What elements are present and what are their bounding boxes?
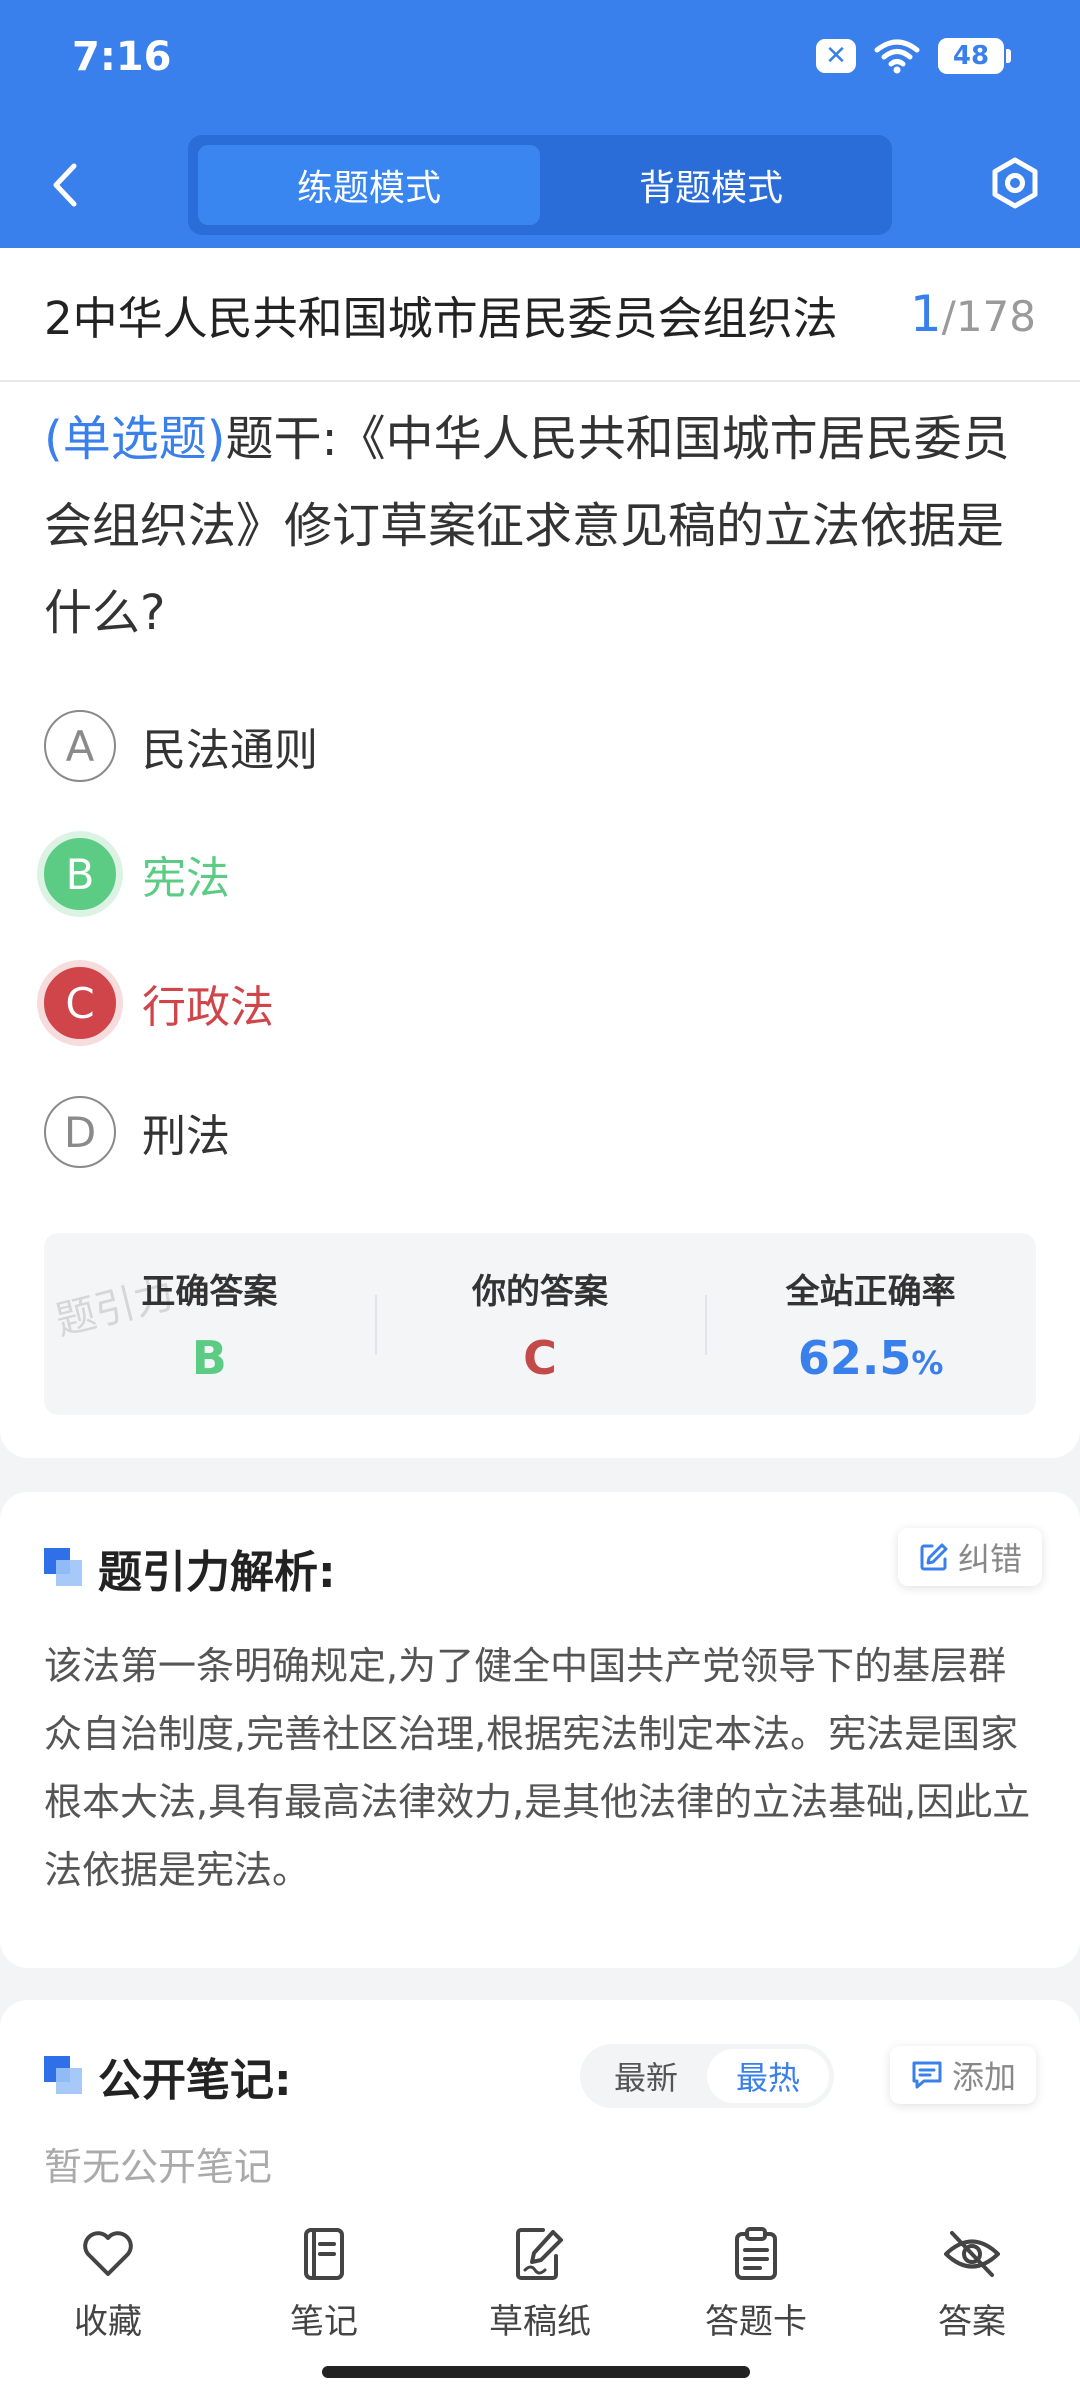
current-index: 1 — [909, 285, 942, 343]
empty-notes-text: 暂无公开笔记 — [44, 2145, 273, 2189]
stat-correct-rate: 全站正确率 62.5% — [705, 1233, 1036, 1415]
analysis-title: 题引力解析: — [98, 1547, 336, 1598]
option-letter: B — [44, 838, 116, 910]
wifi-icon — [874, 39, 920, 74]
report-error-button[interactable]: 纠错 — [898, 1528, 1043, 1586]
question-type: (单选题) — [44, 411, 226, 467]
status-time: 7:16 — [72, 34, 172, 80]
stat-label: 正确答案 — [141, 1271, 278, 1312]
stat-value: 62.5% — [798, 1331, 944, 1385]
add-note-label: 添加 — [952, 2058, 1017, 2096]
stat-your-answer: 你的答案 C — [374, 1233, 706, 1415]
rate-number: 62.5 — [797, 1330, 912, 1385]
stat-label: 全站正确率 — [785, 1271, 956, 1312]
favorite-button[interactable]: 收藏 — [0, 2210, 216, 2400]
stat-correct-answer: 正确答案 B — [44, 1233, 375, 1415]
battery-icon: 48 — [938, 38, 1011, 74]
add-note-button[interactable]: 添加 — [890, 2046, 1037, 2104]
option-text: 民法通则 — [142, 725, 318, 776]
answer-card-icon — [726, 2224, 786, 2284]
settings-button[interactable] — [984, 152, 1046, 214]
stat-value: B — [191, 1330, 227, 1385]
eye-off-icon — [942, 2224, 1002, 2284]
comment-icon — [912, 2061, 942, 2089]
draft-icon — [510, 2224, 570, 2284]
total-count: /178 — [941, 292, 1036, 341]
option-d[interactable]: D 刑法 — [44, 1082, 944, 1182]
rate-unit: % — [911, 1343, 944, 1382]
question-text: (单选题)题干:《中华人民共和国城市居民委员会组织法》修订草案征求意见稿的立法依… — [44, 396, 1044, 657]
option-b[interactable]: B 宪法 — [44, 824, 944, 924]
option-letter: C — [44, 967, 116, 1039]
option-text: 行政法 — [142, 982, 274, 1033]
question-card: 2中华人民共和国城市居民委员会组织法 1/178 (单选题)题干:《中华人民共和… — [0, 248, 1080, 1458]
tab-practice-mode[interactable]: 练题模式 — [198, 145, 540, 225]
option-c[interactable]: C 行政法 — [44, 953, 944, 1053]
app-header: 7:16 ✕ 48 练题模式 背题模式 — [0, 0, 1080, 248]
mode-toggle: 练题模式 背题模式 — [188, 135, 892, 235]
question-category: 2中华人民共和国城市居民委员会组织法 — [44, 291, 838, 345]
option-letter: A — [44, 710, 116, 782]
stat-value: C — [523, 1330, 557, 1385]
analysis-heading: 题引力解析: — [44, 1536, 336, 1600]
section-icon — [44, 2056, 84, 2096]
home-indicator[interactable] — [322, 2366, 750, 2378]
heart-icon — [78, 2224, 138, 2284]
analysis-text: 该法第一条明确规定,为了健全中国共产党领导下的基层群众自治制度,完善社区治理,根… — [44, 1644, 1031, 1892]
analysis-card: 题引力解析: 纠错 该法第一条明确规定,为了健全中国共产党领导下的基层群众自治制… — [0, 1492, 1080, 1968]
notification-icon: ✕ — [816, 39, 856, 73]
notebook-icon — [294, 2224, 354, 2284]
report-error-label: 纠错 — [958, 1540, 1023, 1578]
option-letter: D — [44, 1096, 116, 1168]
section-icon — [44, 1548, 84, 1588]
sort-hot[interactable]: 最热 — [707, 2049, 829, 2103]
show-answer-button[interactable]: 答案 — [864, 2210, 1080, 2400]
favorite-label: 收藏 — [74, 2302, 142, 2342]
sort-latest[interactable]: 最新 — [585, 2049, 707, 2103]
back-button[interactable] — [40, 155, 90, 215]
gear-icon — [992, 157, 1038, 209]
notes-title: 公开笔记: — [98, 2055, 292, 2106]
option-a[interactable]: A 民法通则 — [44, 696, 944, 796]
chevron-left-icon — [53, 163, 77, 207]
notes-heading: 公开笔记: — [44, 2044, 292, 2108]
option-text: 刑法 — [142, 1111, 230, 1162]
draft-paper-label: 草稿纸 — [489, 2302, 591, 2342]
option-text: 宪法 — [142, 853, 230, 904]
notes-sort-toggle: 最新 最热 — [580, 2044, 834, 2108]
answer-card-label: 答题卡 — [705, 2302, 807, 2342]
edit-icon — [920, 1543, 948, 1571]
status-icons: ✕ 48 — [816, 38, 1011, 74]
tab-recite-mode[interactable]: 背题模式 — [540, 145, 882, 225]
show-answer-label: 答案 — [938, 2302, 1006, 2342]
notes-label: 笔记 — [290, 2302, 358, 2342]
stat-label: 你的答案 — [472, 1271, 608, 1312]
question-header: 2中华人民共和国城市居民委员会组织法 1/178 — [0, 248, 1080, 382]
answer-stats: 题引力 正确答案 B 你的答案 C 全站正确率 62.5% — [44, 1233, 1036, 1415]
question-counter: 1/178 — [910, 285, 1036, 343]
